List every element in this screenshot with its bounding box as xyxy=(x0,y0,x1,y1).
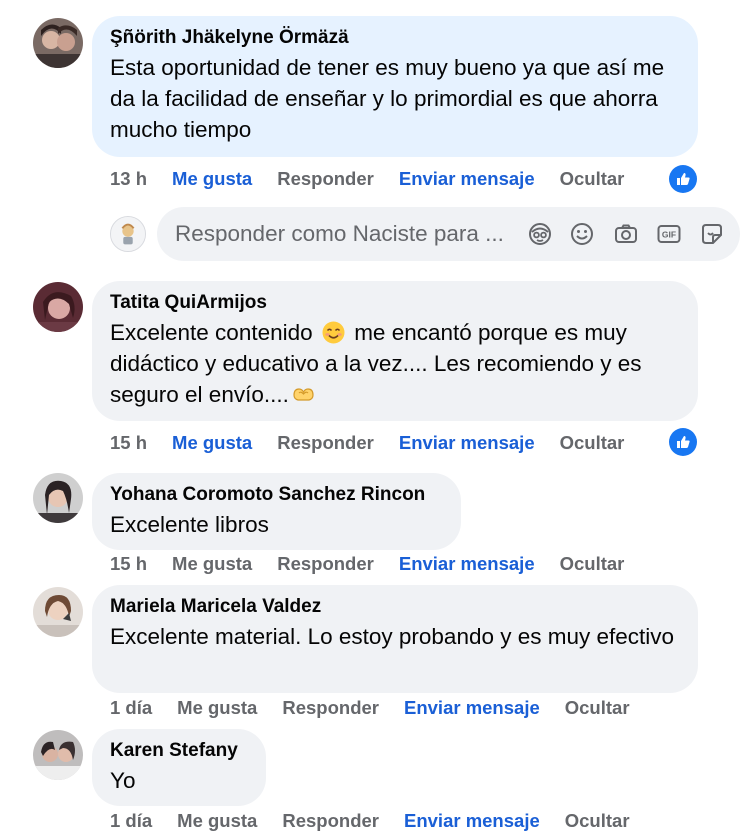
comment-text: Excelente contenido me encantó porque es… xyxy=(110,317,680,410)
camera-icon[interactable] xyxy=(613,221,639,247)
comment-actions: 13 h Me gusta Responder Enviar mensaje O… xyxy=(110,166,649,192)
sticker-icon[interactable] xyxy=(699,221,725,247)
comment-actions: 15 h Me gusta Responder Enviar mensaje O… xyxy=(110,430,649,456)
comment-timestamp[interactable]: 15 h xyxy=(110,553,147,575)
heart-hands-emoji-icon xyxy=(291,382,316,407)
like-link[interactable]: Me gusta xyxy=(172,432,252,454)
comment-bubble: Karen Stefany Yo xyxy=(92,729,266,806)
reply-input[interactable] xyxy=(175,207,505,261)
send-message-link[interactable]: Enviar mensaje xyxy=(399,432,535,454)
comment-author[interactable]: Şñörith Jhäkelyne Örmäzä xyxy=(110,26,680,50)
send-message-link[interactable]: Enviar mensaje xyxy=(404,697,540,719)
avatar-sticker-icon[interactable] xyxy=(527,221,553,247)
reply-link[interactable]: Responder xyxy=(277,432,374,454)
comment-actions: 1 día Me gusta Responder Enviar mensaje … xyxy=(110,808,655,834)
comment-avatar[interactable] xyxy=(33,18,83,68)
comment-actions: 1 día Me gusta Responder Enviar mensaje … xyxy=(110,695,655,721)
reply-link[interactable]: Responder xyxy=(277,168,374,190)
comment-author[interactable]: Karen Stefany xyxy=(110,739,248,763)
hide-link[interactable]: Ocultar xyxy=(560,553,625,575)
comment-author[interactable]: Yohana Coromoto Sanchez Rincon xyxy=(110,483,443,507)
comment-text-part: Excelente contenido xyxy=(110,320,313,345)
reply-link[interactable]: Responder xyxy=(282,810,379,832)
like-link[interactable]: Me gusta xyxy=(172,168,252,190)
send-message-link[interactable]: Enviar mensaje xyxy=(399,168,535,190)
like-link[interactable]: Me gusta xyxy=(172,553,252,575)
like-reaction-icon[interactable] xyxy=(669,428,697,456)
gif-icon[interactable]: GIF xyxy=(656,221,682,247)
comment-author[interactable]: Tatita QuiArmijos xyxy=(110,291,680,315)
comment-avatar[interactable] xyxy=(33,282,83,332)
emoji-icon[interactable] xyxy=(569,221,595,247)
comment-author[interactable]: Mariela Maricela Valdez xyxy=(110,595,680,619)
comment-avatar[interactable] xyxy=(33,587,83,637)
smiling-emoji-icon xyxy=(321,320,346,345)
reply-avatar xyxy=(110,216,146,252)
comment-bubble: Yohana Coromoto Sanchez Rincon Excelente… xyxy=(92,473,461,550)
comment-timestamp[interactable]: 13 h xyxy=(110,168,147,190)
comment-text: Esta oportunidad de tener es muy bueno y… xyxy=(110,55,665,142)
comment-bubble: Tatita QuiArmijos Excelente contenido me… xyxy=(92,281,698,421)
svg-text:GIF: GIF xyxy=(662,230,676,240)
comment-timestamp[interactable]: 1 día xyxy=(110,810,152,832)
comment-text: Excelente libros xyxy=(110,512,269,537)
comment-actions: 15 h Me gusta Responder Enviar mensaje O… xyxy=(110,551,649,577)
comment-text: Excelente material. Lo estoy probando y … xyxy=(110,624,675,649)
like-reaction-icon[interactable] xyxy=(669,165,697,193)
like-link[interactable]: Me gusta xyxy=(177,697,257,719)
reply-composer: GIF xyxy=(157,207,740,261)
comment-timestamp[interactable]: 15 h xyxy=(110,432,147,454)
comment-bubble: Şñörith Jhäkelyne Örmäzä Esta oportunida… xyxy=(92,16,698,157)
reply-link[interactable]: Responder xyxy=(277,553,374,575)
comment-text: Yo xyxy=(110,768,136,793)
comment-timestamp[interactable]: 1 día xyxy=(110,697,152,719)
reply-link[interactable]: Responder xyxy=(282,697,379,719)
send-message-link[interactable]: Enviar mensaje xyxy=(404,810,540,832)
hide-link[interactable]: Ocultar xyxy=(560,432,625,454)
comment-avatar[interactable] xyxy=(33,473,83,523)
hide-link[interactable]: Ocultar xyxy=(565,810,630,832)
comment-avatar[interactable] xyxy=(33,730,83,780)
send-message-link[interactable]: Enviar mensaje xyxy=(399,553,535,575)
hide-link[interactable]: Ocultar xyxy=(565,697,630,719)
like-link[interactable]: Me gusta xyxy=(177,810,257,832)
comment-bubble: Mariela Maricela Valdez Excelente materi… xyxy=(92,585,698,693)
hide-link[interactable]: Ocultar xyxy=(560,168,625,190)
